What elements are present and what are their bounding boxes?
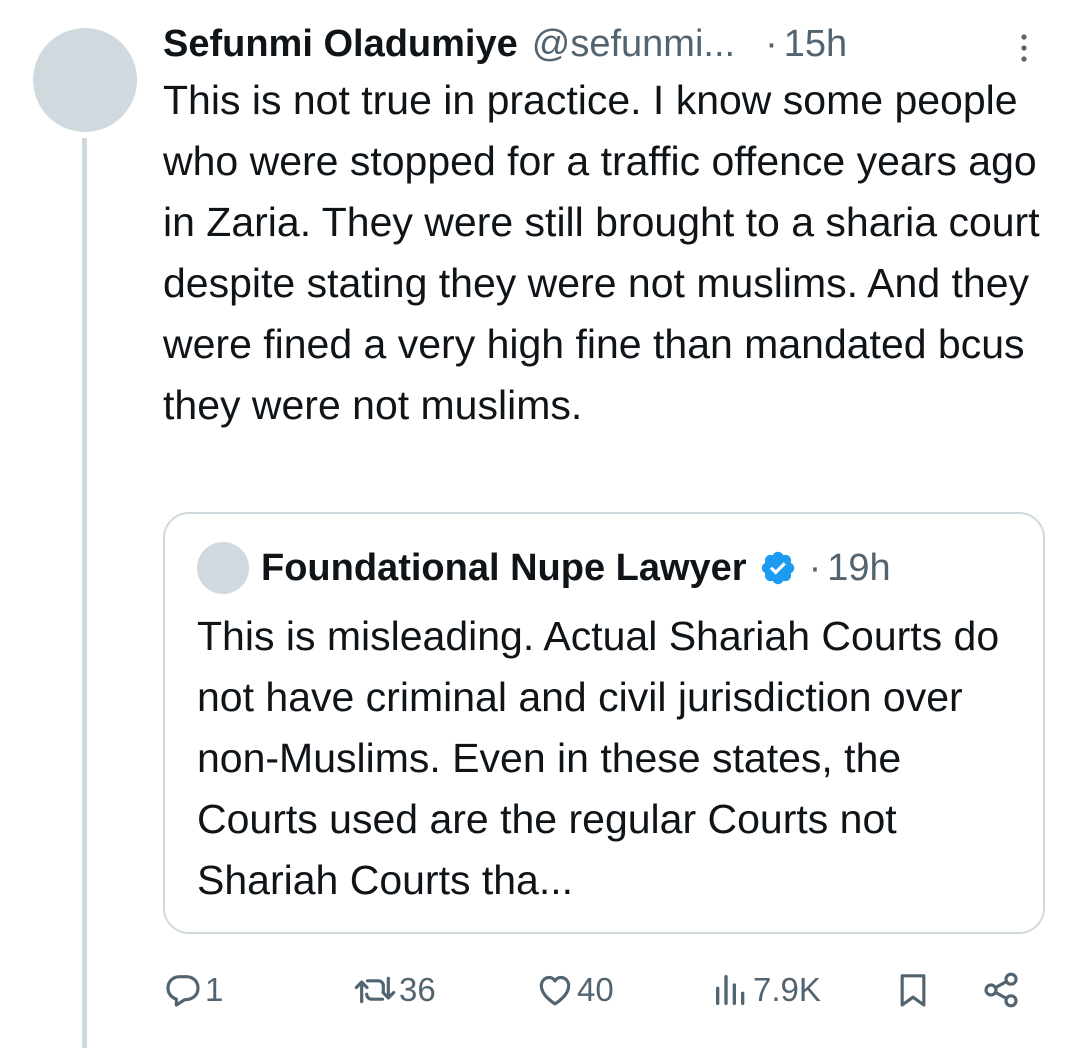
tweet-actions: 1 36 40 7.9K [163, 962, 1043, 1018]
retweet-icon [353, 970, 397, 1010]
quoted-author-avatar [197, 542, 249, 594]
quoted-tweet-header: Foundational Nupe Lawyer · 19h [261, 542, 891, 594]
retweet-button[interactable]: 36 [353, 962, 436, 1018]
author-name[interactable]: Sefunmi Oladumiye [163, 23, 518, 66]
quoted-tweet-text: This is misleading. Actual Shariah Court… [197, 613, 1000, 903]
tweet-time[interactable]: 15h [784, 23, 847, 66]
author-handle[interactable]: @sefunmi... [532, 23, 735, 66]
reply-icon [163, 970, 203, 1010]
reply-button[interactable]: 1 [163, 962, 223, 1018]
tweet-header: Sefunmi Oladumiye @sefunmi... · 15h [163, 18, 1043, 70]
views-icon [711, 970, 751, 1010]
quoted-tweet-time: 19h [827, 546, 891, 589]
heart-icon [535, 970, 575, 1010]
thread-line [82, 138, 87, 1048]
bookmark-button[interactable] [893, 962, 933, 1018]
retweet-count: 36 [399, 971, 436, 1008]
like-button[interactable]: 40 [535, 962, 614, 1018]
more-vertical-icon[interactable] [1014, 28, 1034, 68]
reply-count: 1 [205, 971, 224, 1008]
quoted-author-name: Foundational Nupe Lawyer [261, 546, 747, 589]
views-button[interactable]: 7.9K [711, 962, 821, 1018]
like-count: 40 [577, 971, 614, 1008]
tweet-text: This is not true in practice. I know som… [163, 77, 1040, 428]
views-count: 7.9K [753, 971, 821, 1008]
share-icon [981, 970, 1021, 1010]
bookmark-icon [893, 970, 933, 1010]
separator-dot: · [808, 546, 822, 589]
verified-badge-icon [759, 549, 797, 587]
share-button[interactable] [981, 962, 1021, 1018]
quoted-tweet[interactable]: Foundational Nupe Lawyer · 19h This is m… [163, 512, 1045, 934]
separator-dot: · [765, 22, 778, 65]
author-avatar[interactable] [33, 28, 137, 132]
